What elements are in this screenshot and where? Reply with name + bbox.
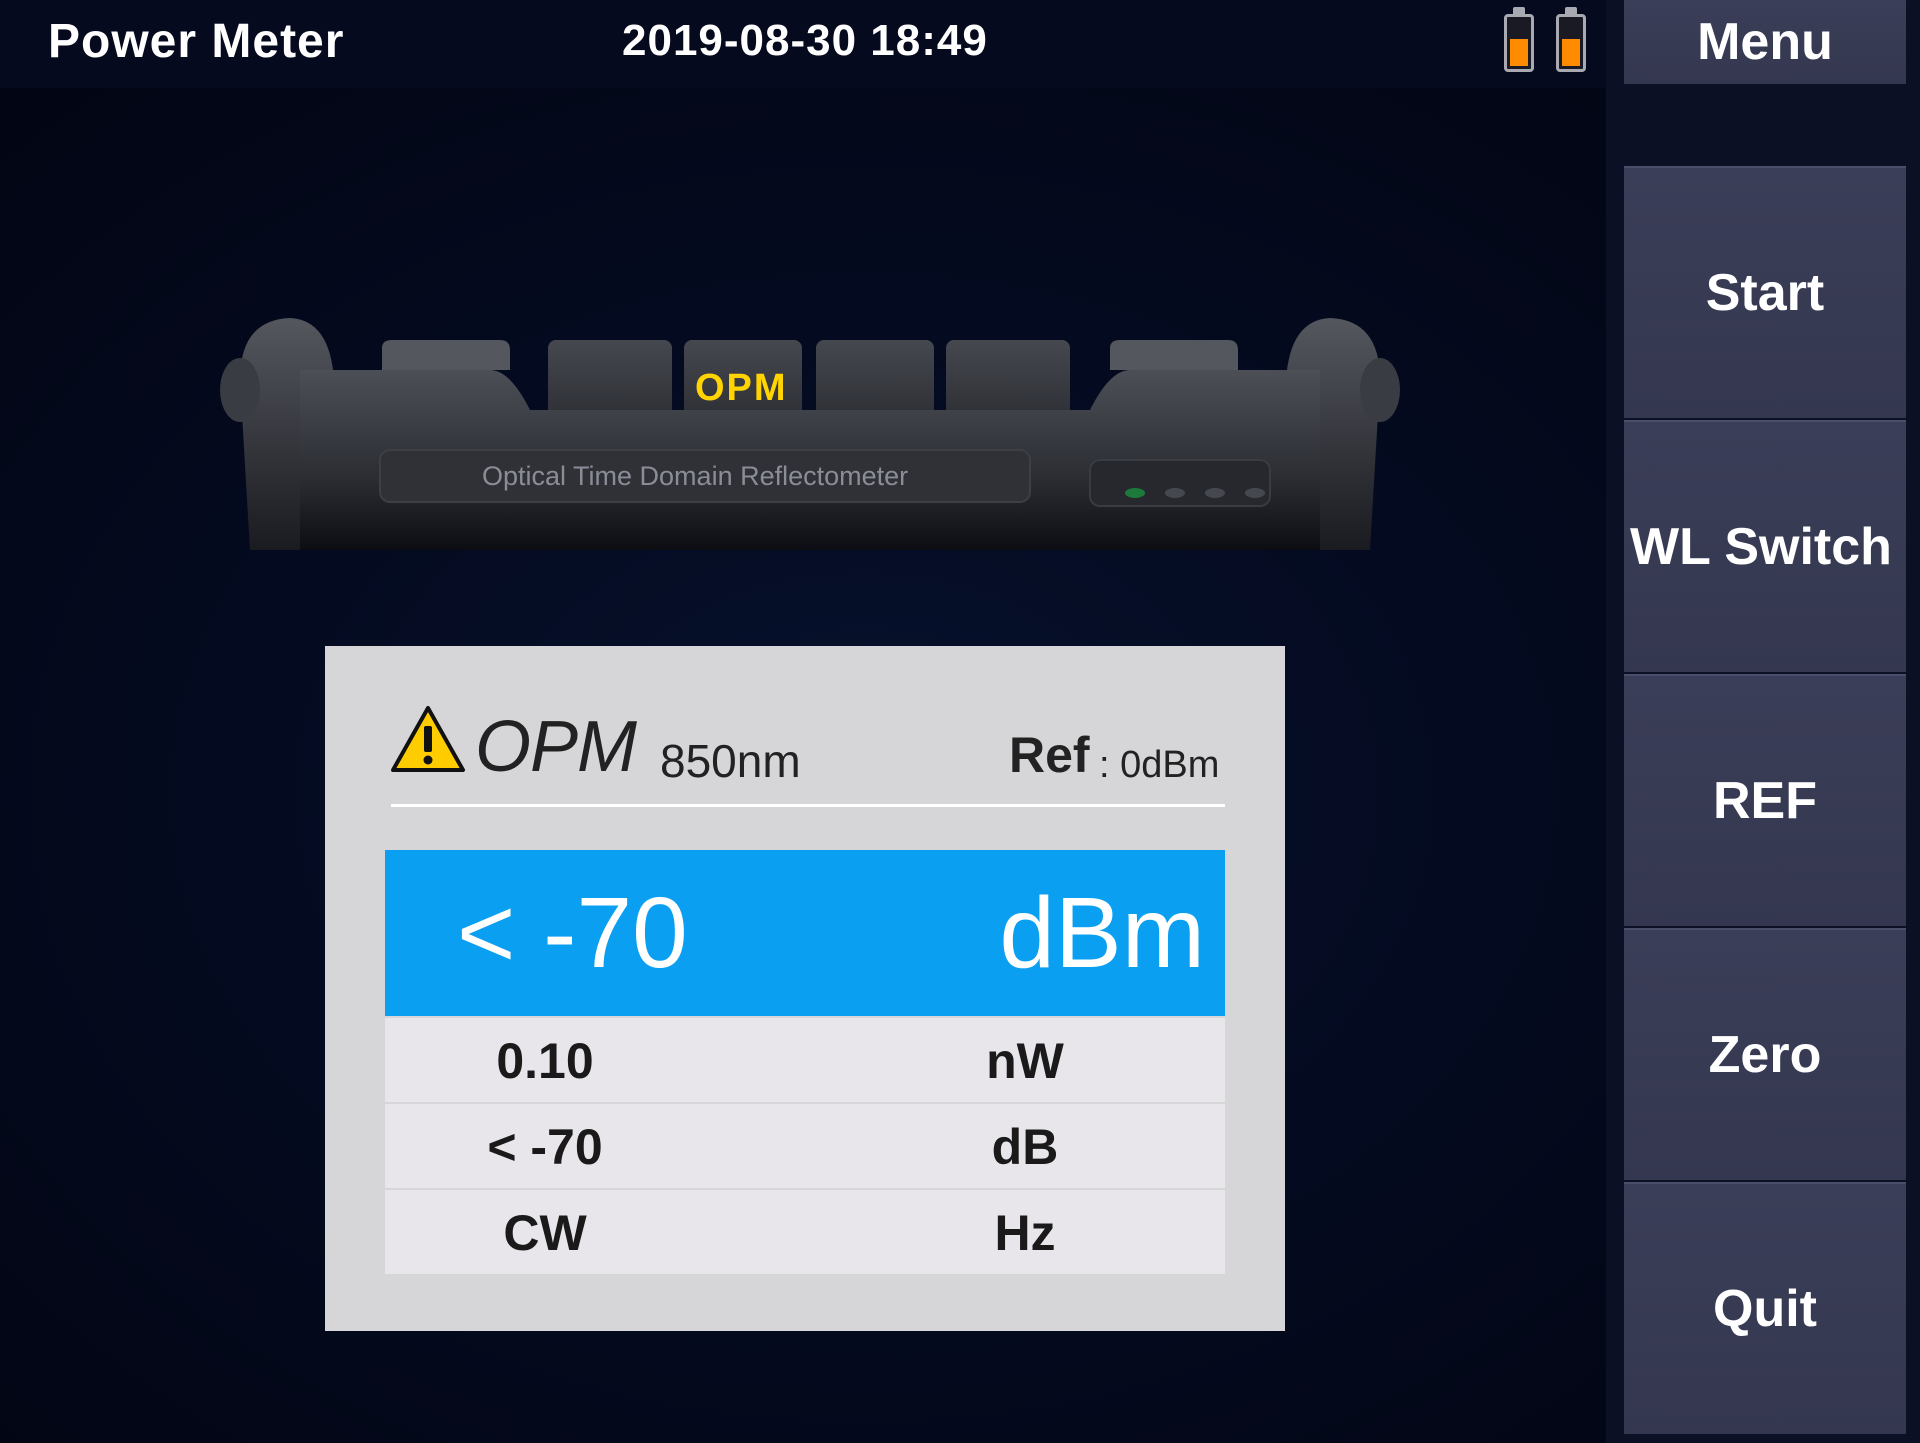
reading-row: 0.10 nW bbox=[385, 1018, 1225, 1102]
mode-heading: OPM bbox=[475, 707, 637, 787]
battery-icon bbox=[1504, 7, 1534, 72]
datetime: 2019-08-30 18:49 bbox=[622, 16, 988, 65]
reading-row: < -70 dB bbox=[385, 1104, 1225, 1188]
measurement-panel: OPM 850nm Ref : 0dBm < -70 dBm 0.10 nW <… bbox=[325, 646, 1285, 1331]
warning-icon bbox=[391, 706, 465, 772]
primary-value: < -70 bbox=[457, 877, 688, 989]
reading-row: CW Hz bbox=[385, 1190, 1225, 1274]
wavelength: 850nm bbox=[660, 735, 801, 787]
ref-value: : 0dBm bbox=[1099, 744, 1220, 786]
battery-icon bbox=[1556, 7, 1586, 72]
ref-button[interactable]: REF bbox=[1624, 674, 1906, 926]
quit-button[interactable]: Quit bbox=[1624, 1182, 1906, 1434]
reading-unit: dB bbox=[991, 1119, 1059, 1175]
reading-value: 0.10 bbox=[496, 1033, 594, 1089]
device-caption: Optical Time Domain Reflectometer bbox=[482, 461, 908, 491]
zero-button[interactable]: Zero bbox=[1624, 928, 1906, 1180]
reading-unit: nW bbox=[986, 1033, 1064, 1089]
reading-value: < -70 bbox=[487, 1119, 603, 1175]
primary-reading: < -70 dBm bbox=[385, 850, 1225, 1016]
menu-button[interactable]: Menu bbox=[1624, 0, 1906, 84]
start-button[interactable]: Start bbox=[1624, 166, 1906, 418]
wl-switch-button[interactable]: WL Switch bbox=[1624, 420, 1906, 672]
power-meter-screen: Power Meter 2019-08-30 18:49 Menu Start … bbox=[0, 0, 1920, 1443]
title-bar: Power Meter 2019-08-30 18:49 bbox=[0, 0, 1606, 88]
primary-unit: dBm bbox=[999, 877, 1205, 989]
page-title: Power Meter bbox=[48, 15, 345, 68]
device-mode-label: OPM bbox=[695, 367, 788, 409]
reading-value: CW bbox=[503, 1205, 587, 1261]
divider bbox=[391, 804, 1225, 807]
ref-label: Ref bbox=[1009, 727, 1090, 783]
reading-unit: Hz bbox=[994, 1205, 1056, 1261]
device-illustration: OPM Optical Time Domain Reflectometer bbox=[220, 318, 1400, 550]
